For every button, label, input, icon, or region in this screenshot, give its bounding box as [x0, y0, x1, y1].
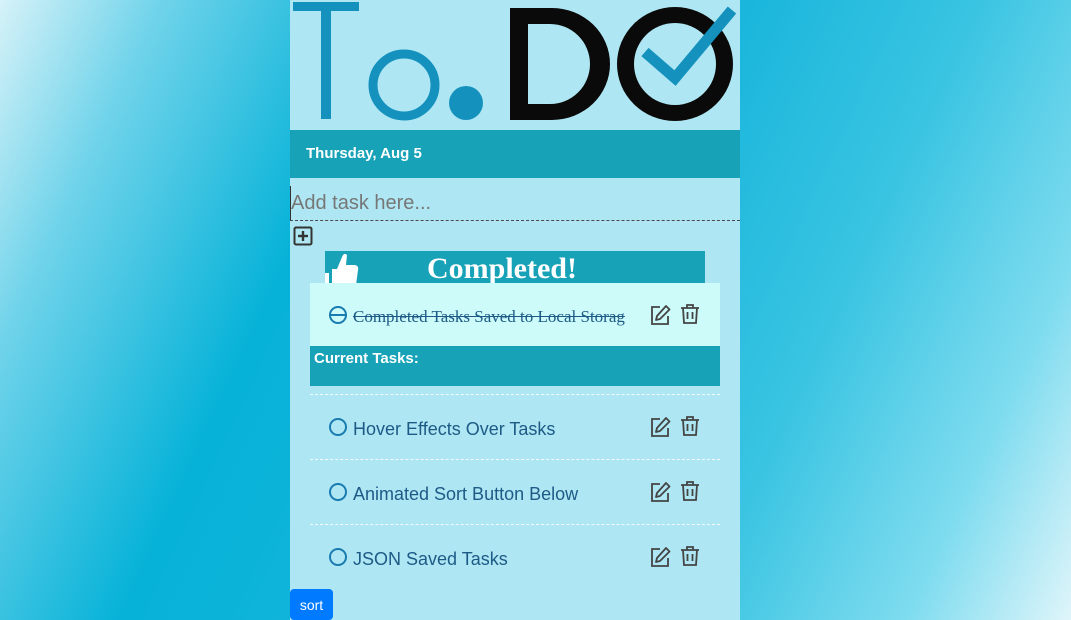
task-row[interactable]: Animated Sort Button Below	[310, 460, 720, 524]
completed-title: Completed!	[427, 252, 577, 285]
trash-icon[interactable]	[679, 545, 701, 567]
task-text: Animated Sort Button Below	[353, 484, 579, 504]
thumbs-up-icon	[325, 253, 359, 285]
edit-icon[interactable]	[649, 416, 671, 438]
circle-icon[interactable]	[329, 548, 347, 566]
edit-icon[interactable]	[649, 481, 671, 503]
current-tasks-header: Current Tasks:	[310, 346, 720, 386]
date-header: Thursday, Aug 5	[290, 130, 740, 178]
circle-icon[interactable]	[329, 306, 347, 324]
circle-icon[interactable]	[329, 483, 347, 501]
add-task-input[interactable]	[290, 186, 740, 221]
completed-task-row[interactable]: Completed Tasks Saved to Local Storag	[310, 283, 720, 346]
task-text: JSON Saved Tasks	[353, 549, 508, 569]
task-text: Hover Effects Over Tasks	[353, 419, 556, 439]
todo-logo	[290, 0, 740, 130]
completed-banner: Completed!	[325, 251, 705, 285]
edit-icon[interactable]	[649, 304, 671, 326]
edit-icon[interactable]	[649, 546, 671, 568]
sort-button[interactable]: sort	[290, 589, 333, 620]
task-row[interactable]: Hover Effects Over Tasks	[310, 395, 720, 459]
trash-icon[interactable]	[679, 415, 701, 437]
circle-icon[interactable]	[329, 418, 347, 436]
todo-app: Thursday, Aug 5 Completed! Completed Tas…	[290, 0, 740, 620]
trash-icon[interactable]	[679, 303, 701, 325]
plus-square-icon[interactable]	[293, 226, 313, 246]
trash-icon[interactable]	[679, 480, 701, 502]
completed-task-text: Completed Tasks Saved to Local Storag	[353, 307, 625, 326]
task-row[interactable]: JSON Saved Tasks	[310, 525, 720, 589]
